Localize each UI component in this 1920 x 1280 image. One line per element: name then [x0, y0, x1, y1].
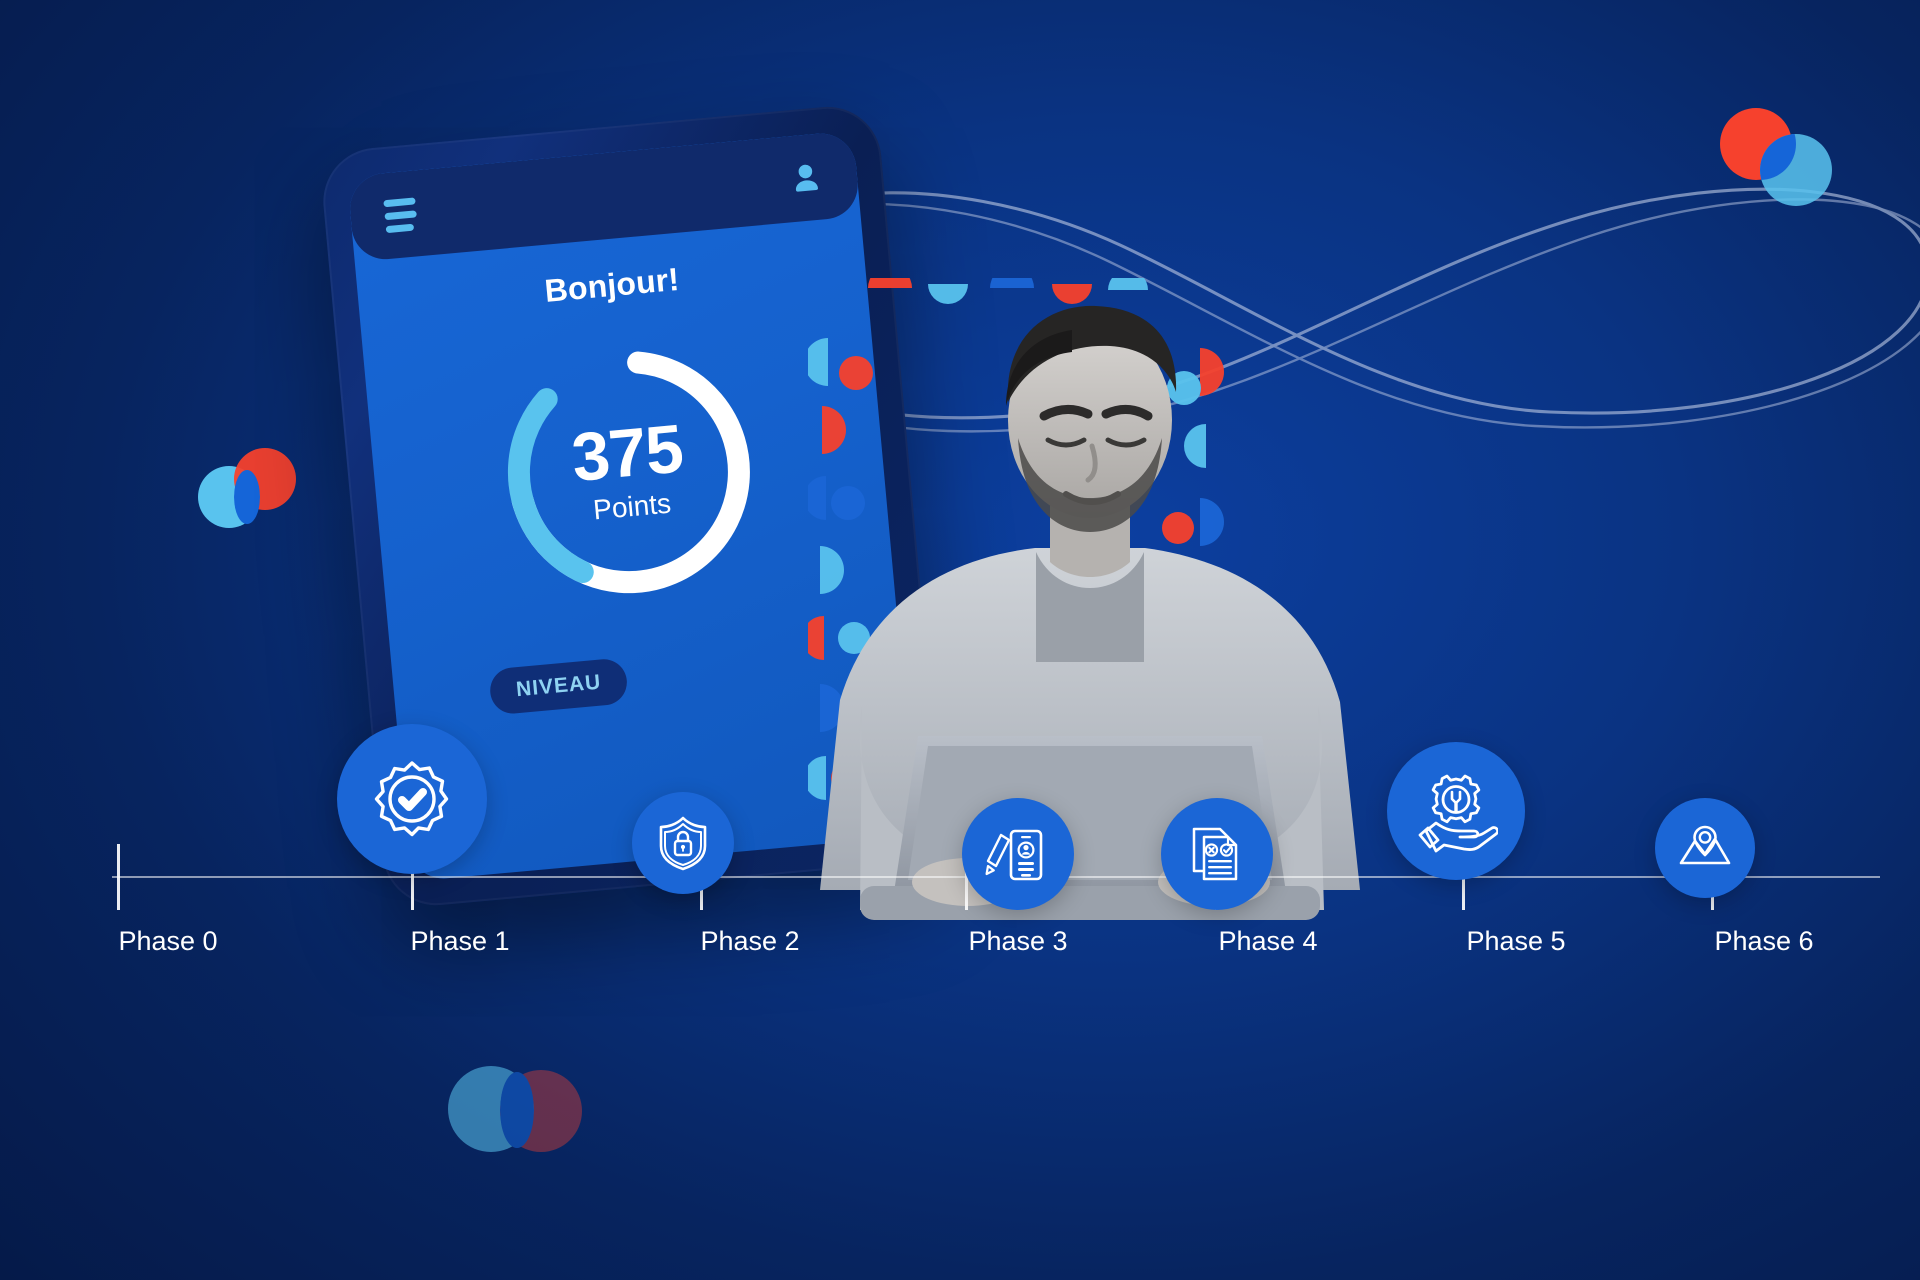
phase-label-4: Phase 4 [1218, 926, 1318, 956]
phase-label-5: Phase 5 [1466, 926, 1566, 956]
phase-node-0[interactable] [337, 724, 487, 874]
phase-node-5[interactable] [1387, 742, 1525, 880]
shield-lock-icon [659, 816, 707, 871]
points-progress-ring: 375 Points [483, 327, 774, 618]
timeline-tick [117, 844, 120, 910]
certified-badge-check-icon [374, 761, 449, 837]
phase-label-0: Phase 0 [118, 926, 218, 956]
points-label: Points [591, 487, 673, 526]
hamburger-menu-icon[interactable] [383, 196, 418, 233]
user-avatar-icon[interactable] [788, 159, 825, 196]
venn-circles-top-right [1720, 108, 1850, 208]
greeting-text: Bonjour! [543, 260, 681, 309]
hand-gear-wrench-support-icon [1418, 774, 1498, 853]
phase-node-3[interactable] [962, 798, 1074, 910]
phase-timeline: Phase 0 Phase 1 Phase 2 Phase 3 Phase 4 … [0, 724, 1920, 1100]
phase-label-6: Phase 6 [1714, 926, 1814, 956]
phase-node-6[interactable] [1655, 798, 1755, 898]
phase-node-2[interactable] [632, 792, 734, 894]
level-badge: NIVEAU [488, 657, 630, 716]
man-working-on-laptop-photo [820, 305, 1360, 920]
phase-label-3: Phase 3 [968, 926, 1068, 956]
points-value: 375 [568, 410, 686, 496]
phase-node-4[interactable] [1161, 798, 1273, 910]
profile-form-pencil-icon [985, 829, 1043, 881]
phase-label-1: Phase 1 [410, 926, 510, 956]
hero-banner: Bonjour! 375 Points NIVEAU Phase 0 Phase… [0, 0, 1920, 1280]
phase-label-2: Phase 2 [700, 926, 800, 956]
venn-circles-left [198, 448, 308, 538]
points-readout: 375 Points [483, 327, 774, 618]
documents-approve-reject-icon [1192, 827, 1238, 881]
map-location-pin-icon [1679, 825, 1731, 865]
